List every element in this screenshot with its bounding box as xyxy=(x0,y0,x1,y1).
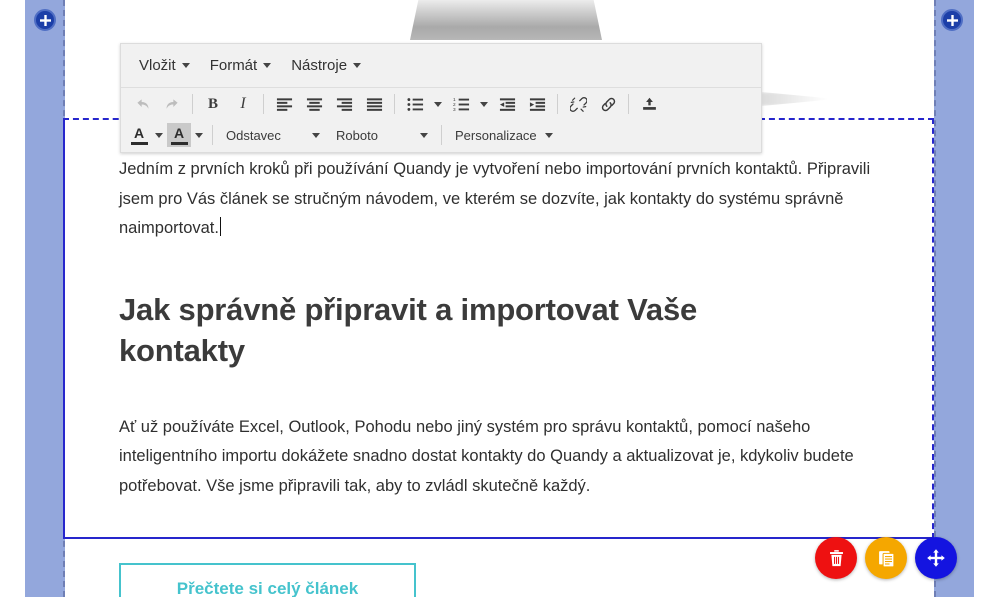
block-action-toolbar xyxy=(815,537,957,579)
toolbar-row-formatting: B I 1 2 3 xyxy=(121,88,761,120)
add-block-left-button[interactable] xyxy=(34,9,56,31)
editor-page: Vložit Formát Nástroje B I 1 2 3 A A Ods… xyxy=(0,0,999,597)
align-center-button[interactable] xyxy=(299,91,329,117)
toolbar-divider xyxy=(263,94,264,114)
indent-button[interactable] xyxy=(522,91,552,117)
personalization-select[interactable]: Personalizace xyxy=(447,122,559,148)
text-color-letter: A xyxy=(133,124,145,141)
bold-button[interactable]: B xyxy=(198,91,228,117)
redo-icon xyxy=(166,98,178,109)
delete-block-button[interactable] xyxy=(815,537,857,579)
paragraph-style-select[interactable]: Odstavec xyxy=(218,122,328,148)
chevron-down-icon xyxy=(195,132,203,138)
menu-vlozit-label: Vložit xyxy=(139,57,176,74)
align-right-button[interactable] xyxy=(329,91,359,117)
font-family-value: Roboto xyxy=(336,127,378,143)
menu-nastroje[interactable]: Nástroje xyxy=(281,53,371,78)
article-paragraph-1-text: Jedním z prvních kroků při používání Qua… xyxy=(119,160,871,237)
rich-text-toolbar: Vložit Formát Nástroje B I 1 2 3 A A Ods… xyxy=(120,43,762,153)
align-center-icon xyxy=(306,97,322,111)
toolbar-divider xyxy=(192,94,193,114)
menu-nastroje-label: Nástroje xyxy=(291,57,348,74)
undo-button[interactable] xyxy=(127,91,157,117)
paragraph-style-value: Odstavec xyxy=(226,127,281,143)
bullet-list-options-button[interactable] xyxy=(430,91,446,117)
text-color-icon: A xyxy=(127,123,151,147)
read-full-article-button[interactable]: Přečtete si celý článek xyxy=(119,563,416,597)
highlight-color-options-button[interactable] xyxy=(191,122,207,148)
italic-icon: I xyxy=(240,95,246,112)
chevron-down-icon xyxy=(155,132,163,138)
plus-icon xyxy=(946,14,958,26)
article-heading-1[interactable]: Jak správně připravit a importovat Vaše … xyxy=(119,289,769,371)
unlink-button[interactable] xyxy=(563,91,593,117)
align-right-icon xyxy=(336,97,352,111)
bold-icon: B xyxy=(207,95,218,112)
toolbar-divider xyxy=(557,94,558,114)
highlight-color-icon: A xyxy=(167,123,191,147)
highlight-color-swatch xyxy=(170,141,188,145)
insert-image-button[interactable] xyxy=(634,91,664,117)
toolbar-row-styles: A A Odstavec Roboto Personalizace xyxy=(121,120,761,152)
trash-icon xyxy=(829,549,843,566)
toolbar-divider xyxy=(628,94,629,114)
redo-button[interactable] xyxy=(157,91,187,117)
chevron-down-icon xyxy=(544,132,553,138)
highlight-color-letter: A xyxy=(173,124,185,141)
font-family-select[interactable]: Roboto xyxy=(328,122,436,148)
chevron-down-icon xyxy=(353,63,362,68)
add-block-right-button[interactable] xyxy=(941,9,963,31)
text-color-button[interactable]: A xyxy=(127,123,151,147)
unlink-icon xyxy=(569,96,587,112)
insert-image-icon xyxy=(642,97,656,110)
toolbar-divider xyxy=(212,125,213,145)
article-paragraph-1[interactable]: Jedním z prvních kroků při používání Qua… xyxy=(119,155,879,244)
align-justify-icon xyxy=(366,97,382,111)
align-left-button[interactable] xyxy=(269,91,299,117)
chevron-down-icon xyxy=(480,101,488,107)
link-button[interactable] xyxy=(593,91,623,117)
highlight-color-button[interactable]: A xyxy=(167,123,191,147)
align-left-icon xyxy=(276,97,292,111)
left-column-rail xyxy=(25,0,65,597)
toolbar-divider xyxy=(441,125,442,145)
chevron-down-icon xyxy=(420,132,428,138)
chevron-down-icon xyxy=(312,132,320,138)
banner-image-placeholder xyxy=(410,0,602,40)
toolbar-divider xyxy=(394,94,395,114)
bullet-list-icon xyxy=(406,97,423,111)
italic-button[interactable]: I xyxy=(228,91,258,117)
svg-text:3: 3 xyxy=(453,107,456,112)
menu-format-label: Formát xyxy=(209,57,258,74)
text-color-options-button[interactable] xyxy=(151,122,167,148)
outdent-button[interactable] xyxy=(492,91,522,117)
article-body[interactable]: Jedním z prvních kroků při používání Qua… xyxy=(119,155,894,501)
link-icon xyxy=(601,97,615,111)
chevron-down-icon xyxy=(263,63,272,68)
text-cursor xyxy=(219,217,221,236)
duplicate-block-button[interactable] xyxy=(865,537,907,579)
right-column-rail xyxy=(934,0,974,597)
text-color-swatch xyxy=(130,141,148,145)
undo-icon xyxy=(136,98,148,109)
copy-icon xyxy=(878,550,894,567)
menu-format[interactable]: Formát xyxy=(200,53,282,78)
chevron-down-icon xyxy=(434,101,442,107)
article-paragraph-2[interactable]: Ať už používáte Excel, Outlook, Pohodu n… xyxy=(119,413,894,502)
move-arrows-icon xyxy=(927,549,945,567)
indent-icon xyxy=(529,97,545,111)
menu-vlozit[interactable]: Vložit xyxy=(129,53,200,78)
numbered-list-icon: 1 2 3 xyxy=(453,97,469,112)
move-block-button[interactable] xyxy=(915,537,957,579)
personalization-value: Personalizace xyxy=(455,127,537,143)
bullet-list-button[interactable] xyxy=(400,91,430,117)
chevron-down-icon xyxy=(181,63,190,68)
numbered-list-options-button[interactable] xyxy=(476,91,492,117)
outdent-icon xyxy=(499,97,515,111)
numbered-list-button[interactable]: 1 2 3 xyxy=(446,91,476,117)
align-justify-button[interactable] xyxy=(359,91,389,117)
toolbar-menubar: Vložit Formát Nástroje xyxy=(121,44,761,88)
plus-icon xyxy=(39,14,51,26)
